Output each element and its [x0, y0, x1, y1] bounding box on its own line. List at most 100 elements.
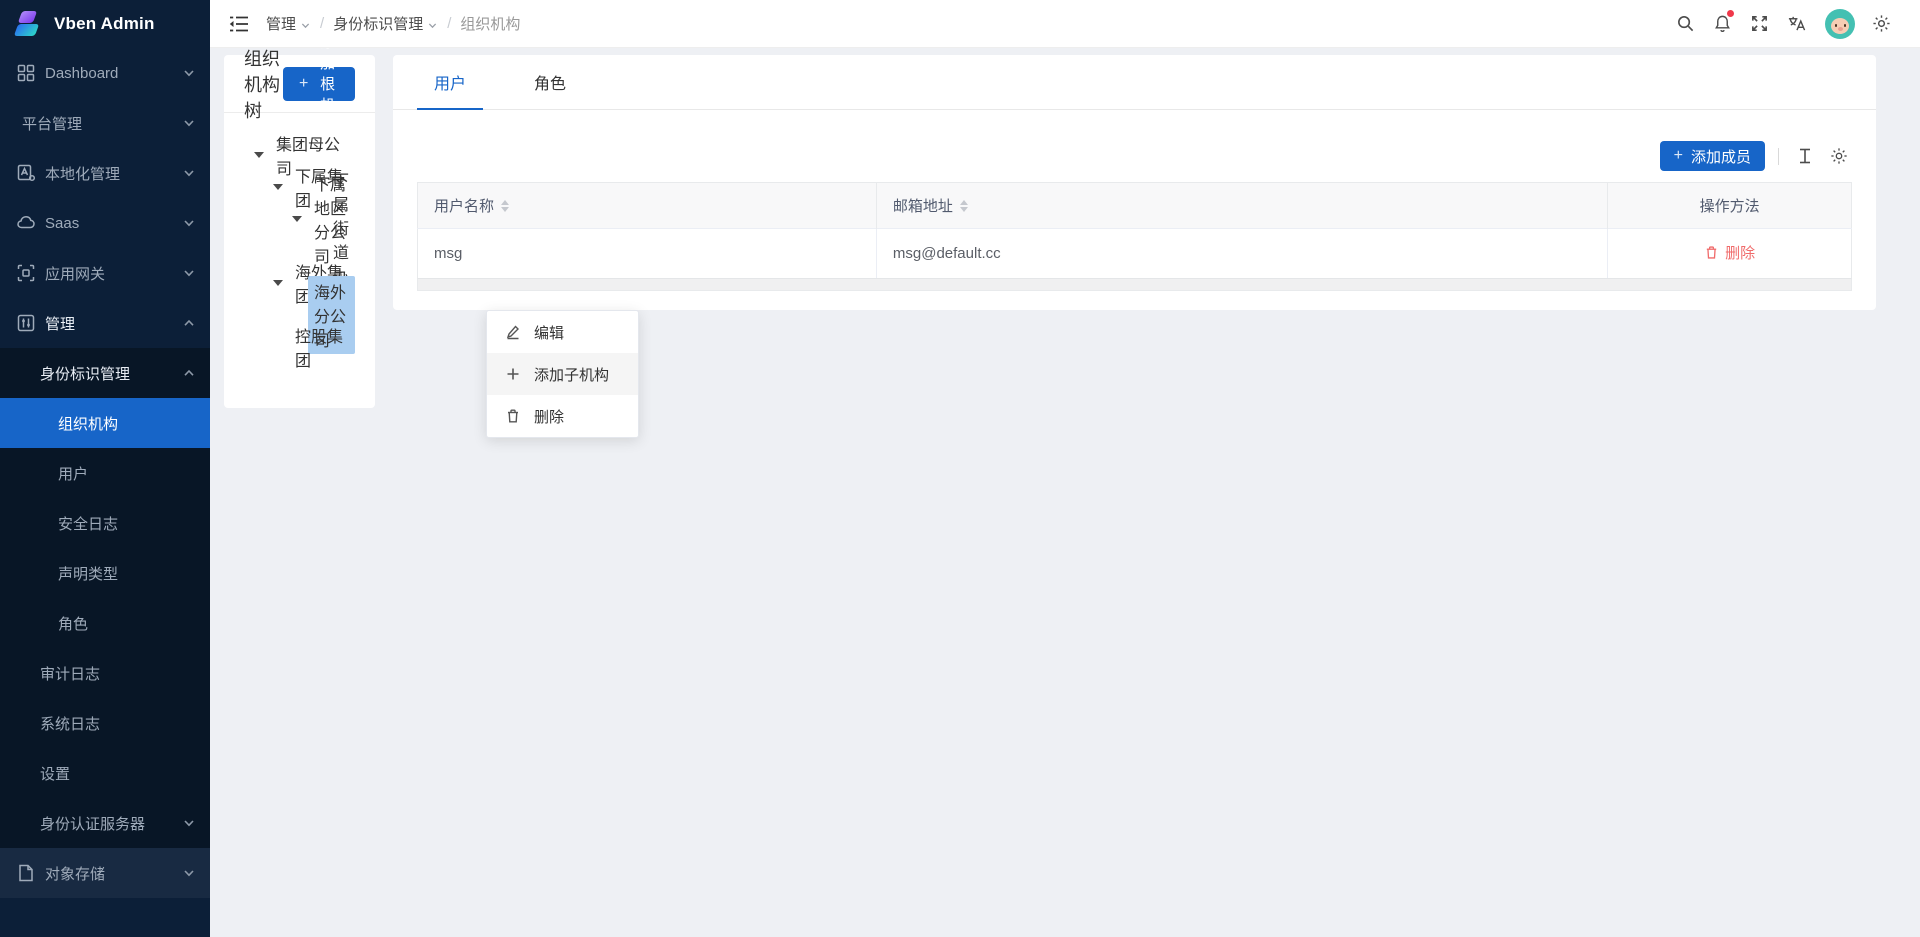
- sidebar-menu: Dashboard 平台管理本地化管理 Saas 应用网关管理身份标识管理组织机构用户…: [0, 48, 210, 898]
- sidebar-item-1[interactable]: 平台管理: [0, 98, 210, 148]
- sidebar-item-label: 平台管理: [22, 113, 182, 134]
- chevron-up-icon: [182, 366, 196, 380]
- chevron-down-icon: [182, 166, 196, 180]
- column-header-2: 操作方法: [1608, 183, 1852, 229]
- members-tabs: 用户角色: [393, 55, 1876, 110]
- breadcrumb: 管理/身份标识管理/组织机构: [266, 13, 520, 34]
- fullscreen-icon[interactable]: [1741, 0, 1778, 48]
- table-settings-gear-icon[interactable]: [1826, 143, 1852, 169]
- saas-icon: [16, 213, 36, 233]
- members-table: 用户名称邮箱地址操作方法 msgmsg@default.cc 删除: [417, 182, 1852, 278]
- sidebar-item-0[interactable]: Dashboard: [0, 48, 210, 98]
- storage-icon: [16, 863, 36, 883]
- sidebar-item-9[interactable]: 安全日志: [0, 498, 210, 548]
- sidebar-item-label: 组织机构: [58, 413, 196, 434]
- cell-email: msg@default.cc: [876, 229, 1607, 278]
- vben-logo-icon: [14, 10, 44, 38]
- caret-down-icon[interactable]: [267, 184, 289, 190]
- context-menu-item-1[interactable]: 添加子机构: [487, 353, 638, 395]
- bell-icon[interactable]: [1704, 0, 1741, 48]
- sort-carets-icon[interactable]: [960, 200, 968, 212]
- plus-icon: +: [1674, 148, 1683, 164]
- sidebar-item-10[interactable]: 声明类型: [0, 548, 210, 598]
- caret-down-icon[interactable]: [248, 152, 270, 158]
- add-root-org-button[interactable]: + 添加根机构: [283, 67, 355, 101]
- tree-node-label: 控股集团: [289, 320, 355, 374]
- table-footer-strip: [417, 278, 1852, 291]
- sidebar-item-label: Dashboard: [45, 65, 182, 82]
- tab-0[interactable]: 用户: [417, 55, 483, 110]
- sidebar-item-label: 本地化管理: [45, 163, 182, 184]
- tree-context-menu: 编辑添加子机构删除: [486, 310, 639, 438]
- table-row-0: msgmsg@default.cc 删除: [418, 229, 1852, 278]
- sidebar-item-label: 系统日志: [40, 713, 196, 734]
- settings-gear-icon[interactable]: [1863, 0, 1900, 48]
- manage-icon: [16, 313, 36, 333]
- sidebar-item-label: 设置: [40, 763, 196, 784]
- sidebar-item-label: 身份认证服务器: [40, 813, 182, 834]
- plus-icon: [505, 366, 521, 382]
- toolbar-divider: [1778, 148, 1779, 165]
- table-toolbar: + 添加成员: [417, 141, 1852, 171]
- sidebar-item-label: 管理: [45, 313, 182, 334]
- sidebar-item-2[interactable]: 本地化管理: [0, 148, 210, 198]
- trash-icon: [505, 408, 521, 424]
- add-member-button[interactable]: + 添加成员: [1660, 141, 1765, 171]
- caret-down-icon[interactable]: [267, 280, 289, 286]
- chevron-down-icon: [182, 116, 196, 130]
- members-panel: 用户角色 + 添加成员: [393, 55, 1876, 310]
- sidebar-item-7[interactable]: 组织机构: [0, 398, 210, 448]
- dashboard-icon: [16, 63, 36, 83]
- sidebar-item-11[interactable]: 角色: [0, 598, 210, 648]
- chevron-down-icon: [182, 266, 196, 280]
- org-tree-title: 组织机构树: [244, 45, 283, 123]
- app-logo[interactable]: Vben Admin: [0, 0, 210, 48]
- edit-icon: [505, 324, 521, 340]
- sidebar-item-4[interactable]: 应用网关: [0, 248, 210, 298]
- search-icon[interactable]: [1667, 0, 1704, 48]
- translate-icon[interactable]: [1778, 0, 1815, 48]
- delete-member-button[interactable]: 删除: [1704, 242, 1755, 263]
- sidebar-item-16[interactable]: 对象存储: [0, 848, 210, 898]
- gateway-icon: [16, 263, 36, 283]
- sort-carets-icon[interactable]: [501, 200, 509, 212]
- sidebar-item-5[interactable]: 管理: [0, 298, 210, 348]
- sidebar-item-label: 应用网关: [45, 263, 182, 284]
- breadcrumb-item-1[interactable]: 身份标识管理: [333, 13, 438, 34]
- column-header-0[interactable]: 用户名称: [418, 183, 877, 229]
- sidebar-item-label: 对象存储: [45, 863, 182, 884]
- chevron-down-icon: [427, 18, 438, 29]
- sidebar: Vben Admin Dashboard 平台管理本地化管理 Saas 应用网关管理身…: [0, 0, 210, 937]
- top-header: 管理/身份标识管理/组织机构: [210, 0, 1920, 48]
- tab-1[interactable]: 角色: [517, 55, 583, 110]
- sidebar-item-13[interactable]: 系统日志: [0, 698, 210, 748]
- sidebar-item-6[interactable]: 身份标识管理: [0, 348, 210, 398]
- tree-node-6[interactable]: 控股集团: [244, 331, 355, 363]
- breadcrumb-item-0[interactable]: 管理: [266, 13, 311, 34]
- sidebar-item-3[interactable]: Saas: [0, 198, 210, 248]
- org-tree-panel: 组织机构树 + 添加根机构 集团母公司下属集团下属地区分公司下属街道办事处海外集…: [224, 55, 375, 408]
- sidebar-item-15[interactable]: 身份认证服务器: [0, 798, 210, 848]
- cell-username: msg: [418, 229, 877, 278]
- menu-fold-icon[interactable]: [228, 13, 250, 35]
- header-actions: [1667, 0, 1900, 48]
- column-header-1[interactable]: 邮箱地址: [876, 183, 1607, 229]
- sidebar-item-8[interactable]: 用户: [0, 448, 210, 498]
- user-avatar[interactable]: [1825, 9, 1855, 39]
- caret-down-icon[interactable]: [286, 216, 308, 222]
- org-tree: 集团母公司下属集团下属地区分公司下属街道办事处海外集团海外分公司控股集团: [224, 113, 375, 373]
- plus-icon: +: [299, 76, 308, 92]
- sidebar-item-14[interactable]: 设置: [0, 748, 210, 798]
- row-height-icon[interactable]: [1792, 143, 1818, 169]
- context-menu-item-2[interactable]: 删除: [487, 395, 638, 437]
- sidebar-item-label: 用户: [58, 463, 196, 484]
- trash-icon: [1704, 245, 1719, 260]
- app-title: Vben Admin: [54, 14, 155, 34]
- breadcrumb-item-2[interactable]: 组织机构: [460, 13, 520, 34]
- context-menu-item-0[interactable]: 编辑: [487, 311, 638, 353]
- chevron-down-icon: [182, 816, 196, 830]
- sidebar-item-label: Saas: [45, 215, 182, 232]
- sidebar-item-12[interactable]: 审计日志: [0, 648, 210, 698]
- main-content: 组织机构树 + 添加根机构 集团母公司下属集团下属地区分公司下属街道办事处海外集…: [210, 48, 1920, 937]
- sidebar-item-label: 安全日志: [58, 513, 196, 534]
